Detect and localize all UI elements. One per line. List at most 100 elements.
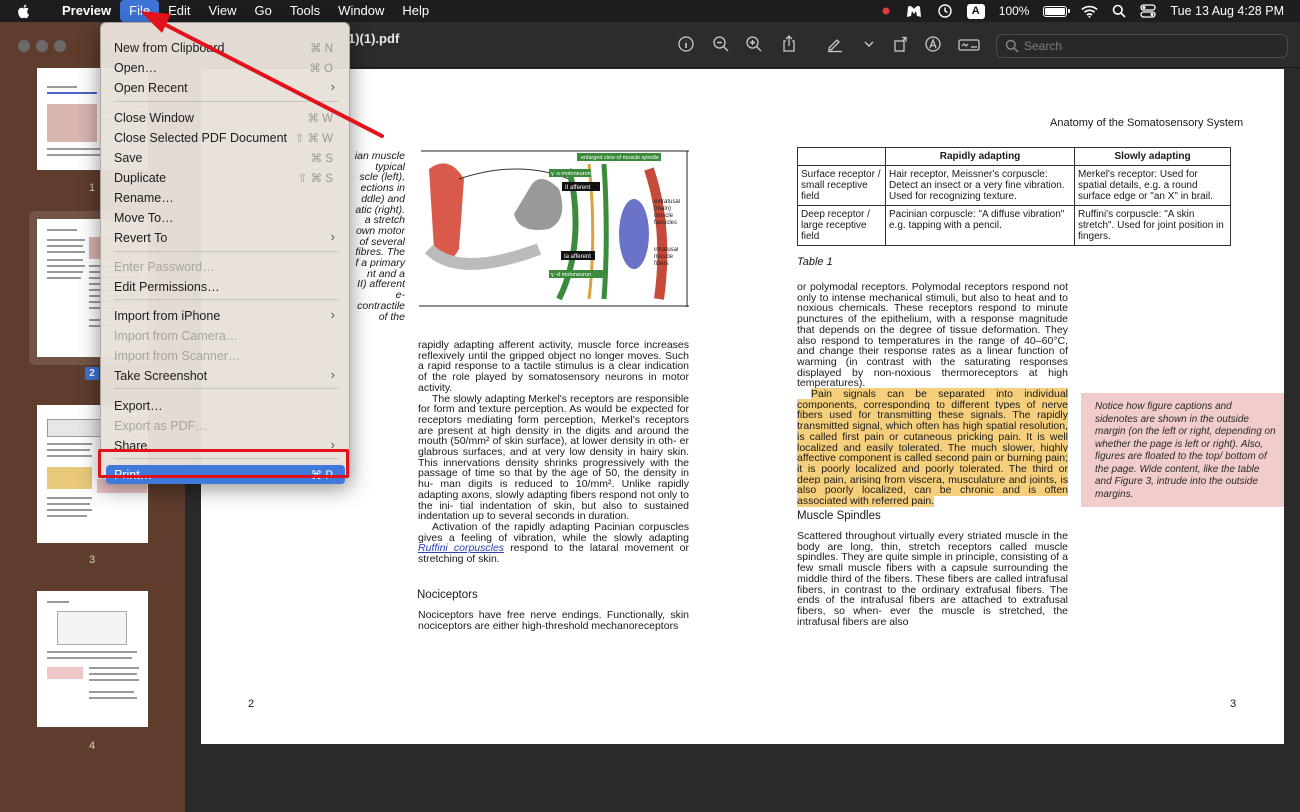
menu-item-label: New from Clipboard <box>114 40 225 55</box>
table-caption: Table 1 <box>797 256 833 268</box>
menu-item-label: Import from iPhone <box>114 308 221 323</box>
pdf-page-spread[interactable]: Anatomy of the Somatosensory System ian … <box>201 69 1284 744</box>
muscle-spindle-figure: enlarged view of muscle spindle γ -s mot… <box>419 150 689 307</box>
rotate-icon[interactable] <box>892 35 910 53</box>
menu-app-preview[interactable]: Preview <box>50 0 120 22</box>
menu-item-move-to[interactable]: Move To… <box>106 208 345 227</box>
menu-item-take-screenshot[interactable]: Take Screenshot › <box>106 366 345 385</box>
menu-item-label: Save <box>114 150 143 165</box>
zoom-out-icon[interactable] <box>712 35 730 53</box>
menu-window[interactable]: Window <box>329 0 393 22</box>
menu-shortcut: ⌘ S <box>310 153 333 165</box>
menu-item-label: Export as PDF… <box>114 418 208 433</box>
annotate-icon[interactable] <box>924 35 942 53</box>
close-window-button[interactable] <box>18 40 30 52</box>
menu-item-edit-permissions[interactable]: Edit Permissions… <box>106 277 345 296</box>
muscle-spindles-text: Scattered throughout virtually every str… <box>797 530 1068 628</box>
record-indicator-icon[interactable] <box>881 0 891 22</box>
menu-item-enter-password[interactable]: Enter Password… <box>106 257 345 276</box>
menu-file[interactable]: File <box>120 0 160 22</box>
figure-gamma-d-label: γ -d motoneuron <box>551 272 591 278</box>
menu-separator <box>114 299 339 300</box>
menu-item-duplicate[interactable]: Duplicate ⇧ ⌘ S <box>106 168 345 187</box>
page-number-left: 2 <box>248 698 255 710</box>
thumbnail-label-3: 3 <box>88 554 96 566</box>
wifi-icon[interactable] <box>1081 0 1099 22</box>
menu-help[interactable]: Help <box>393 0 438 22</box>
menu-item-label: Open… <box>114 60 158 75</box>
print-highlight-box <box>98 449 349 478</box>
zoom-in-icon[interactable] <box>745 35 763 53</box>
status-area: A 100% Tue 13 Aug 4:28 PM <box>881 0 1300 22</box>
menu-item-rename[interactable]: Rename… <box>106 188 345 207</box>
menu-edit[interactable]: Edit <box>159 0 199 22</box>
page-thumbnail-4[interactable] <box>37 591 148 727</box>
right-column-text: or polymodal receptors. Polymodal recept… <box>797 282 1068 508</box>
submenu-chevron-icon: › <box>330 79 335 94</box>
chevron-down-icon[interactable] <box>860 35 878 53</box>
zoom-window-button[interactable] <box>54 40 66 52</box>
menu-shortcut: ⇧ ⌘ W <box>294 133 333 145</box>
battery-percent: 100% <box>998 4 1030 18</box>
menu-item-new-from-clipboard[interactable]: New from Clipboard ⌘ N <box>106 38 345 57</box>
figure-intrafusal-label: intrafusal muscle fibers <box>654 247 679 267</box>
menu-item-open-recent[interactable]: Open Recent › <box>106 78 345 97</box>
share-icon[interactable] <box>780 35 798 53</box>
running-head: Anatomy of the Somatosensory System <box>1050 117 1244 129</box>
figure-ii-afferent-label: II afferent <box>565 185 591 191</box>
menu-separator <box>114 251 339 252</box>
menu-shortcut: ⌘ N <box>310 43 333 55</box>
menu-item-close-window[interactable]: Close Window ⌘ W <box>106 108 345 127</box>
menu-item-export[interactable]: Export… <box>106 396 345 415</box>
thumbnail-label-2: 2 <box>85 367 99 380</box>
menu-item-close-selected-pdf[interactable]: Close Selected PDF Document ⇧ ⌘ W <box>106 128 345 147</box>
time-machine-icon[interactable] <box>937 0 953 22</box>
markup-pen-icon[interactable] <box>826 35 844 53</box>
thumbnail-label-1: 1 <box>88 182 96 194</box>
para-slowly-adapting: The slowly adapting Merkel's receptors a… <box>418 392 689 523</box>
document-title: 1)(1).pdf <box>348 31 400 46</box>
search-placeholder: Search <box>1024 39 1063 53</box>
nociceptors-text: Nociceptors have free nerve endings. Fun… <box>418 609 689 632</box>
menu-item-open[interactable]: Open… ⌘ O <box>106 58 345 77</box>
clock[interactable]: Tue 13 Aug 4:28 PM <box>1170 0 1284 22</box>
apple-logo-icon[interactable] <box>16 3 32 19</box>
figure-extrafusal-label: extrafusal (main) muscle fascicles <box>654 199 681 226</box>
menu-item-label: Rename… <box>114 190 174 205</box>
menu-view[interactable]: View <box>200 0 246 22</box>
menu-item-save[interactable]: Save ⌘ S <box>106 148 345 167</box>
menu-separator <box>114 388 339 389</box>
sidenote: Notice how figure captions and sidenotes… <box>1081 393 1284 507</box>
menu-item-export-as-pdf[interactable]: Export as PDF… <box>106 416 345 435</box>
menu-tools[interactable]: Tools <box>281 0 329 22</box>
menu-item-label: Import from Camera… <box>114 328 239 343</box>
menu-go[interactable]: Go <box>245 0 280 22</box>
minimize-window-button[interactable] <box>36 40 48 52</box>
middle-column-text: rapidly adapting afferent activity, musc… <box>418 340 689 565</box>
menu-item-import-from-camera[interactable]: Import from Camera… <box>106 326 345 345</box>
nociceptors-heading: Nociceptors <box>417 589 478 601</box>
signature-icon[interactable] <box>958 35 980 53</box>
menu-item-label: Move To… <box>114 210 174 225</box>
submenu-chevron-icon: › <box>330 229 335 244</box>
menu-item-label: Import from Scanner… <box>114 348 241 363</box>
menu-item-import-from-iphone[interactable]: Import from iPhone › <box>106 306 345 325</box>
spotlight-search-icon[interactable] <box>1112 0 1127 22</box>
control-center-icon[interactable] <box>1140 0 1157 22</box>
menu-separator <box>114 101 339 102</box>
battery-icon[interactable] <box>1043 0 1071 22</box>
menu-shortcut: ⇧ ⌘ S <box>297 173 333 185</box>
page-number-right: 3 <box>1230 698 1237 710</box>
muscle-spindles-heading: Muscle Spindles <box>797 510 881 522</box>
malwarebytes-icon[interactable] <box>905 0 923 22</box>
menu-item-label: Revert To <box>114 230 168 245</box>
search-icon <box>1005 39 1019 53</box>
thumbnail-label-4: 4 <box>88 740 96 752</box>
input-source-icon[interactable]: A <box>966 0 985 22</box>
info-icon[interactable] <box>677 35 695 53</box>
menu-item-label: Close Window <box>114 110 194 125</box>
search-input[interactable]: Search <box>996 34 1288 58</box>
menu-shortcut: ⌘ W <box>307 113 333 125</box>
menu-item-import-from-scanner[interactable]: Import from Scanner… <box>106 346 345 365</box>
menu-item-revert-to[interactable]: Revert To › <box>106 228 345 247</box>
